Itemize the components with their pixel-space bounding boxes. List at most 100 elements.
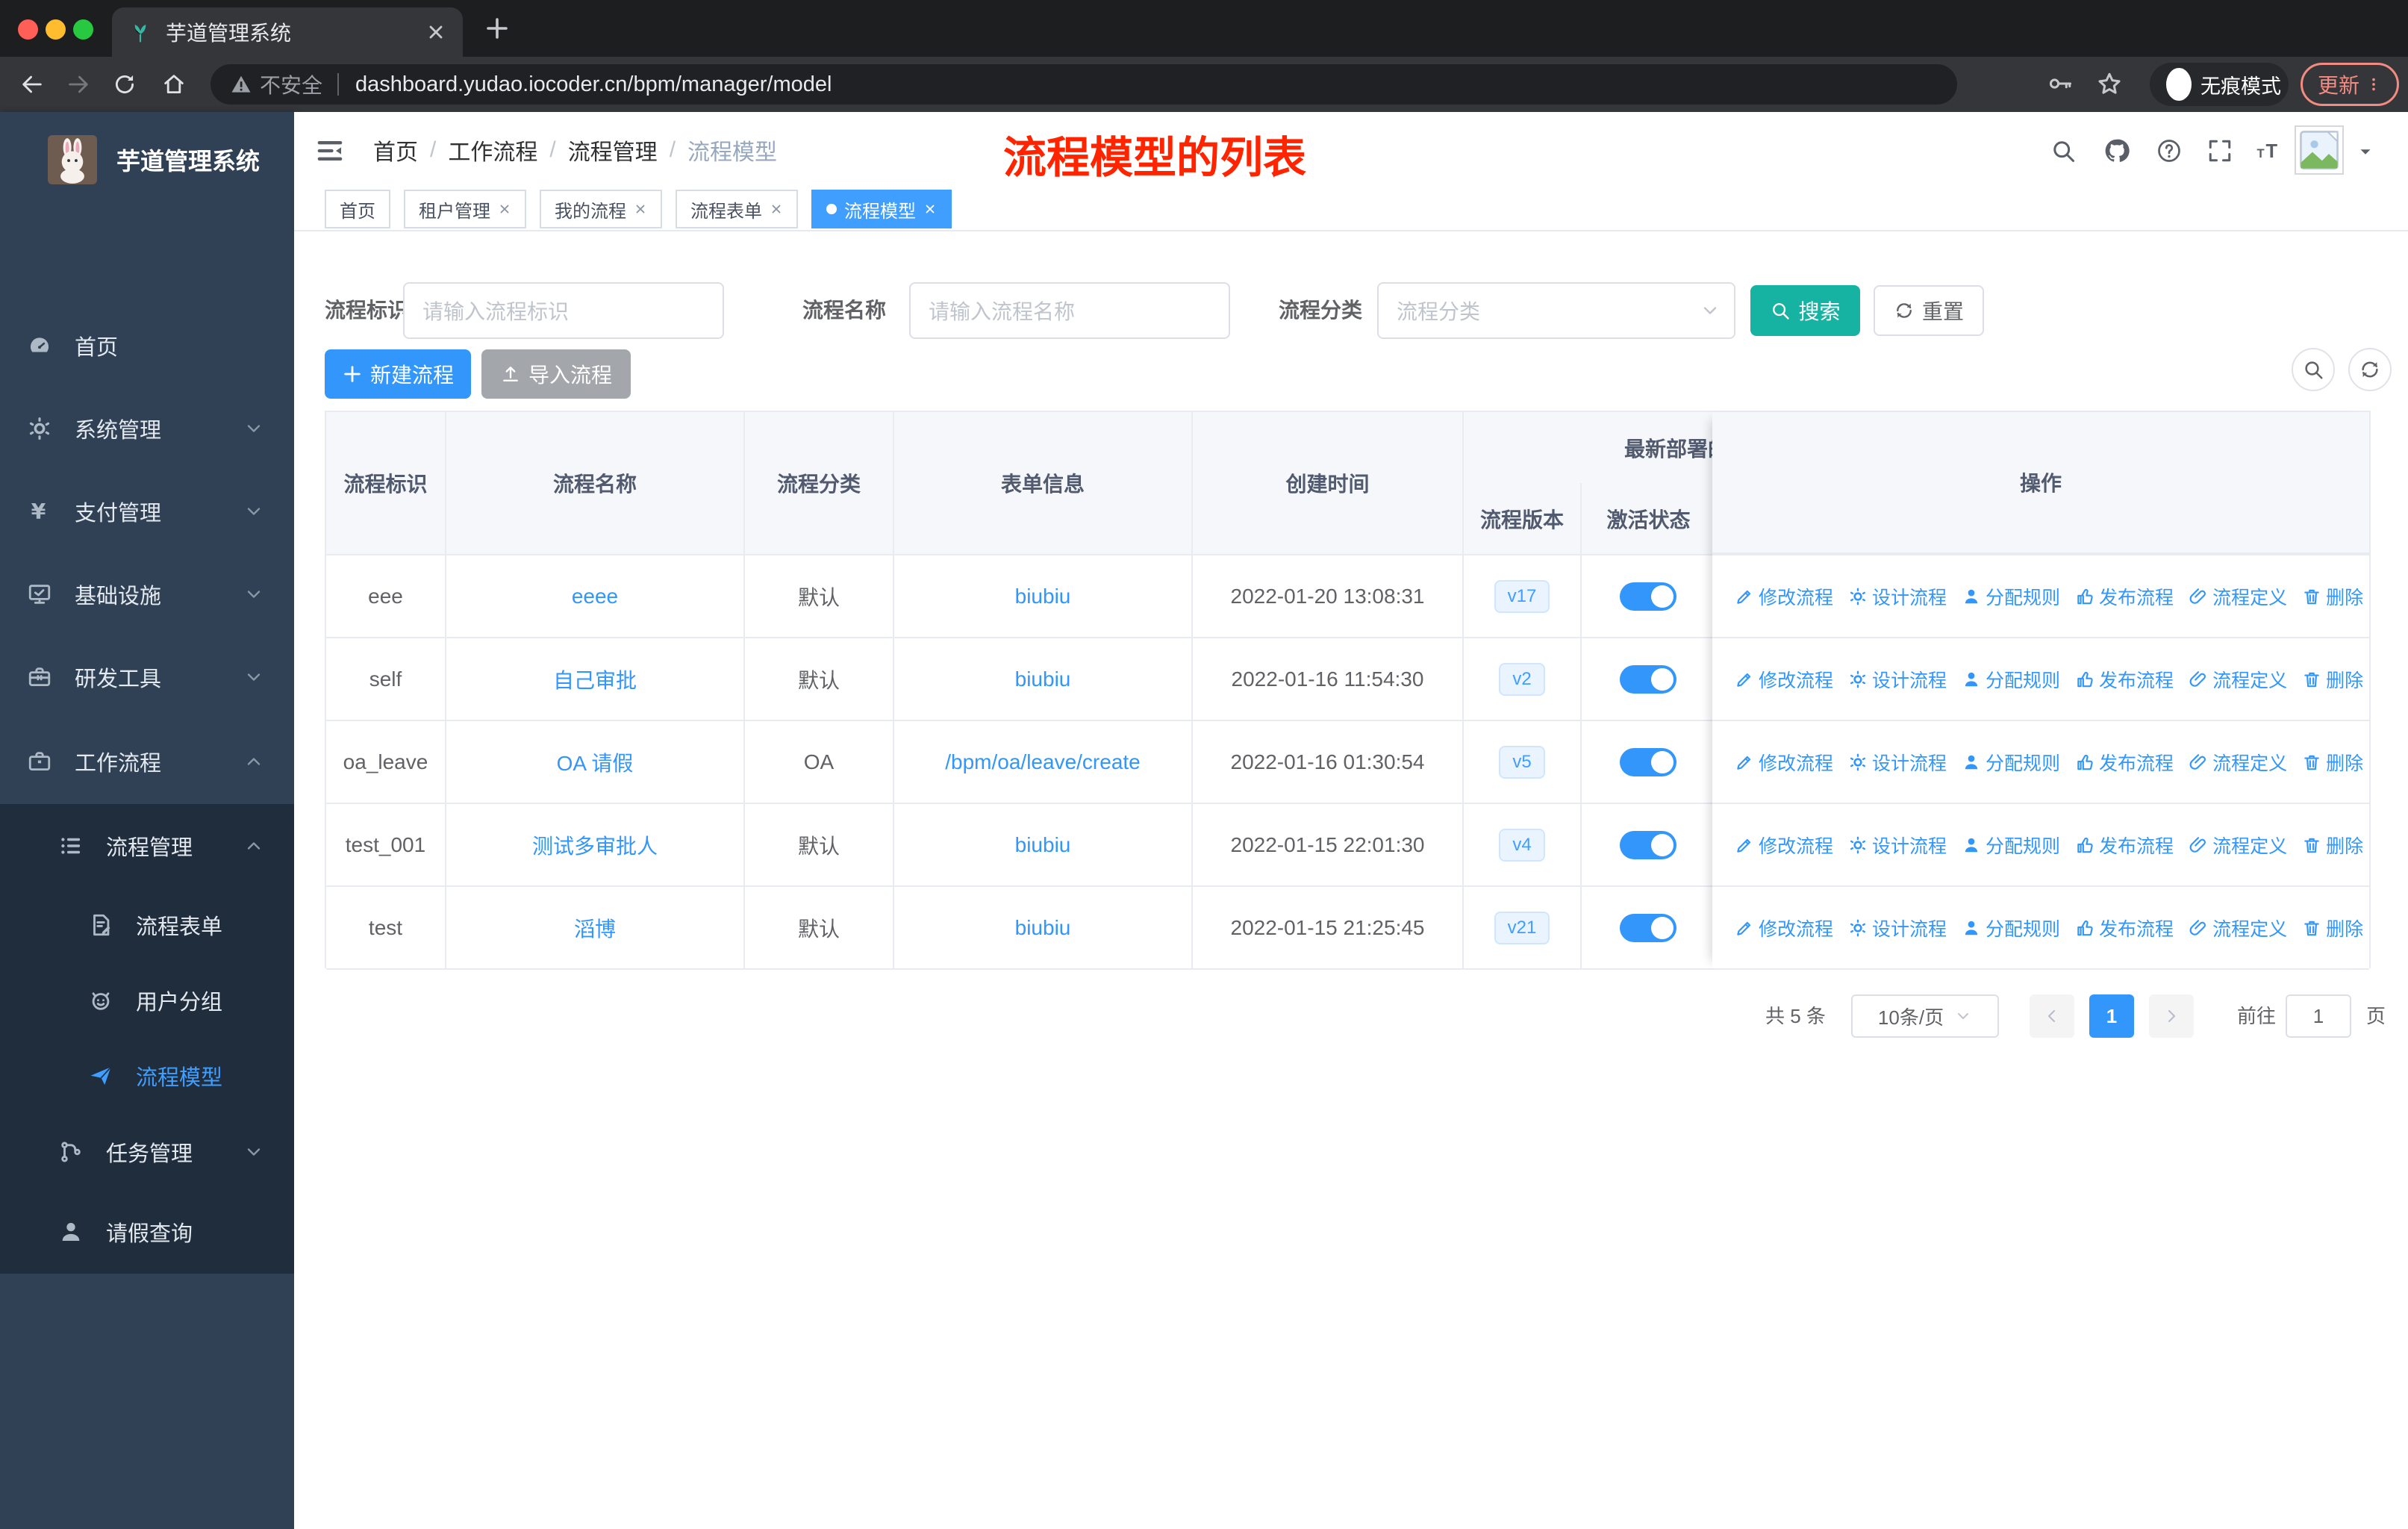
version-tag[interactable]: v2 xyxy=(1499,662,1545,696)
menu-fold-icon[interactable] xyxy=(315,136,345,166)
breadcrumb-process-mgmt[interactable]: 流程管理 xyxy=(568,134,658,166)
user-avatar[interactable] xyxy=(2295,125,2344,175)
chrome-update-button[interactable]: 更新 xyxy=(2301,63,2399,106)
github-icon[interactable] xyxy=(2103,137,2130,164)
page-1-button[interactable]: 1 xyxy=(2089,994,2134,1038)
publish-process-link[interactable]: 发布流程 xyxy=(2075,666,2174,693)
bookmark-star-icon[interactable] xyxy=(2096,70,2123,97)
browser-tab[interactable]: 芋道管理系统 xyxy=(112,7,463,57)
refresh-table-button[interactable] xyxy=(2348,348,2392,391)
tag-close-icon[interactable] xyxy=(498,202,511,216)
form-info-link[interactable]: biubiu xyxy=(894,804,1193,885)
process-definition-link[interactable]: 流程定义 xyxy=(2189,583,2287,610)
breadcrumb-workflow[interactable]: 工作流程 xyxy=(448,134,537,166)
version-tag[interactable]: v5 xyxy=(1499,745,1545,779)
sidebar-item-process-model[interactable]: 流程模型 xyxy=(0,1038,294,1113)
process-name-link[interactable]: 测试多审批人 xyxy=(446,804,745,885)
help-icon[interactable] xyxy=(2156,137,2183,164)
sidebar-item-infra[interactable]: 基础设施 xyxy=(0,552,294,635)
reload-icon[interactable] xyxy=(112,72,137,97)
edit-process-link[interactable]: 修改流程 xyxy=(1735,832,1833,859)
form-info-link[interactable]: /bpm/oa/leave/create xyxy=(894,721,1193,803)
import-process-button[interactable]: 导入流程 xyxy=(481,349,631,399)
window-close-button[interactable] xyxy=(18,19,38,40)
assign-rule-link[interactable]: 分配规则 xyxy=(1962,583,2060,610)
tag-close-icon[interactable] xyxy=(634,202,647,216)
delete-link[interactable]: 删除 xyxy=(2302,915,2363,941)
fullscreen-icon[interactable] xyxy=(2206,137,2233,164)
edit-process-link[interactable]: 修改流程 xyxy=(1735,583,1833,610)
create-process-button[interactable]: 新建流程 xyxy=(325,349,471,399)
sidebar-item-task-mgmt[interactable]: 任务管理 xyxy=(0,1113,294,1191)
edit-process-link[interactable]: 修改流程 xyxy=(1735,666,1833,693)
active-toggle[interactable] xyxy=(1619,913,1676,942)
edit-process-link[interactable]: 修改流程 xyxy=(1735,915,1833,941)
forward-icon[interactable] xyxy=(66,72,91,97)
sidebar-item-process-mgmt[interactable]: 流程管理 xyxy=(0,804,294,887)
design-process-link[interactable]: 设计流程 xyxy=(1848,583,1947,610)
active-toggle[interactable] xyxy=(1619,830,1676,859)
process-name-link[interactable]: 自己审批 xyxy=(446,638,745,720)
tag-tenant[interactable]: 租户管理 xyxy=(404,190,526,228)
sidebar-item-payment[interactable]: ¥ 支付管理 xyxy=(0,470,294,552)
version-tag[interactable]: v4 xyxy=(1499,828,1545,862)
assign-rule-link[interactable]: 分配规则 xyxy=(1962,666,2060,693)
home-icon[interactable] xyxy=(161,72,187,97)
prev-page-button[interactable] xyxy=(2030,994,2074,1038)
publish-process-link[interactable]: 发布流程 xyxy=(2075,749,2174,776)
font-size-icon[interactable]: TT xyxy=(2256,137,2283,164)
breadcrumb-home[interactable]: 首页 xyxy=(373,134,418,166)
publish-process-link[interactable]: 发布流程 xyxy=(2075,915,2174,941)
design-process-link[interactable]: 设计流程 xyxy=(1848,749,1947,776)
active-toggle[interactable] xyxy=(1619,582,1676,611)
goto-page-input[interactable]: 1 xyxy=(2286,994,2351,1038)
toggle-search-button[interactable] xyxy=(2292,348,2335,391)
sidebar-item-system[interactable]: 系统管理 xyxy=(0,387,294,470)
search-icon[interactable] xyxy=(2050,137,2077,164)
password-key-icon[interactable] xyxy=(2047,70,2074,97)
form-info-link[interactable]: biubiu xyxy=(894,887,1193,968)
delete-link[interactable]: 删除 xyxy=(2302,832,2363,859)
process-name-link[interactable]: OA 请假 xyxy=(446,721,745,803)
app-logo-row[interactable]: 芋道管理系统 xyxy=(0,124,294,196)
process-name-link[interactable]: eeee xyxy=(446,555,745,637)
tag-my-process[interactable]: 我的流程 xyxy=(540,190,662,228)
design-process-link[interactable]: 设计流程 xyxy=(1848,915,1947,941)
process-name-link[interactable]: 滔博 xyxy=(446,887,745,968)
active-toggle[interactable] xyxy=(1619,747,1676,776)
sidebar-item-process-form[interactable]: 流程表单 xyxy=(0,887,294,962)
version-tag[interactable]: v21 xyxy=(1494,911,1550,944)
form-info-link[interactable]: biubiu xyxy=(894,638,1193,720)
avatar-caret-down-icon[interactable] xyxy=(2356,142,2375,161)
assign-rule-link[interactable]: 分配规则 xyxy=(1962,915,2060,941)
tag-process-form[interactable]: 流程表单 xyxy=(676,190,798,228)
process-definition-link[interactable]: 流程定义 xyxy=(2189,915,2287,941)
sidebar-item-devtools[interactable]: 研发工具 xyxy=(0,635,294,718)
page-size-select[interactable]: 10条/页 xyxy=(1851,994,1999,1038)
process-key-input[interactable]: 请输入流程标识 xyxy=(403,282,724,339)
publish-process-link[interactable]: 发布流程 xyxy=(2075,583,2174,610)
window-zoom-button[interactable] xyxy=(73,19,93,40)
process-definition-link[interactable]: 流程定义 xyxy=(2189,749,2287,776)
sidebar-item-user-group[interactable]: 用户分组 xyxy=(0,962,294,1038)
search-button[interactable]: 搜索 xyxy=(1750,285,1860,336)
assign-rule-link[interactable]: 分配规则 xyxy=(1962,749,2060,776)
publish-process-link[interactable]: 发布流程 xyxy=(2075,832,2174,859)
version-tag[interactable]: v17 xyxy=(1494,579,1550,613)
active-toggle[interactable] xyxy=(1619,664,1676,694)
category-select[interactable]: 流程分类 xyxy=(1377,282,1735,339)
delete-link[interactable]: 删除 xyxy=(2302,666,2363,693)
sidebar-item-leave-query[interactable]: 请假查询 xyxy=(0,1191,294,1273)
tag-close-icon[interactable] xyxy=(770,202,783,216)
back-icon[interactable] xyxy=(19,72,45,97)
tag-home[interactable]: 首页 xyxy=(325,190,390,228)
delete-link[interactable]: 删除 xyxy=(2302,749,2363,776)
tab-close-icon[interactable] xyxy=(425,22,446,43)
form-info-link[interactable]: biubiu xyxy=(894,555,1193,637)
tag-close-icon[interactable] xyxy=(923,202,937,216)
next-page-button[interactable] xyxy=(2149,994,2194,1038)
process-definition-link[interactable]: 流程定义 xyxy=(2189,832,2287,859)
sidebar-item-workflow[interactable]: 工作流程 xyxy=(0,718,294,804)
assign-rule-link[interactable]: 分配规则 xyxy=(1962,832,2060,859)
address-bar[interactable]: 不安全 dashboard.yudao.iocoder.cn/bpm/manag… xyxy=(210,64,1957,105)
